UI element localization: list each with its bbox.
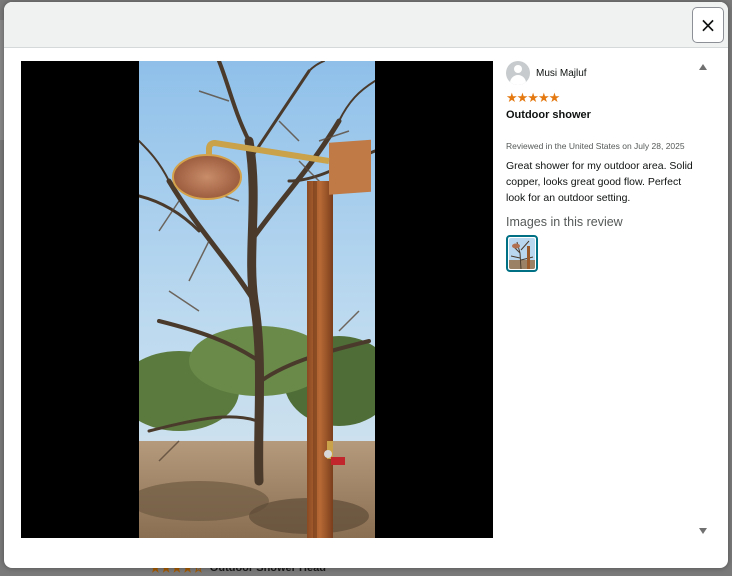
- close-icon: ×: [699, 13, 717, 37]
- modal-header: ×: [4, 2, 728, 48]
- review-title: Outdoor shower: [506, 109, 591, 121]
- scroll-up-arrow-icon[interactable]: [699, 64, 707, 70]
- review-image-thumbnail[interactable]: [506, 235, 538, 272]
- review-panel: Musi Majluf ★★★★★ Outdoor shower Reviewe…: [506, 60, 702, 538]
- thumbnail-image: [509, 238, 535, 269]
- reviewer-name: Musi Majluf: [536, 67, 587, 79]
- star-rating: ★★★★★: [506, 91, 560, 106]
- review-body: Great shower for my outdoor area. Solid …: [506, 160, 693, 204]
- scroll-down-arrow-icon[interactable]: [699, 528, 707, 534]
- image-viewer: [21, 61, 493, 538]
- review-photo: [139, 61, 375, 538]
- close-button[interactable]: ×: [692, 7, 724, 43]
- reviewer-profile[interactable]: Musi Majluf: [506, 60, 702, 86]
- review-image-modal: × Musi Majluf ★★★★★ Outdoor shower Revie…: [4, 2, 728, 568]
- review-scrollbar[interactable]: [697, 60, 709, 538]
- review-date: Reviewed in the United States on July 28…: [506, 141, 685, 151]
- images-heading: Images in this review: [506, 215, 623, 229]
- avatar-icon: [506, 61, 530, 85]
